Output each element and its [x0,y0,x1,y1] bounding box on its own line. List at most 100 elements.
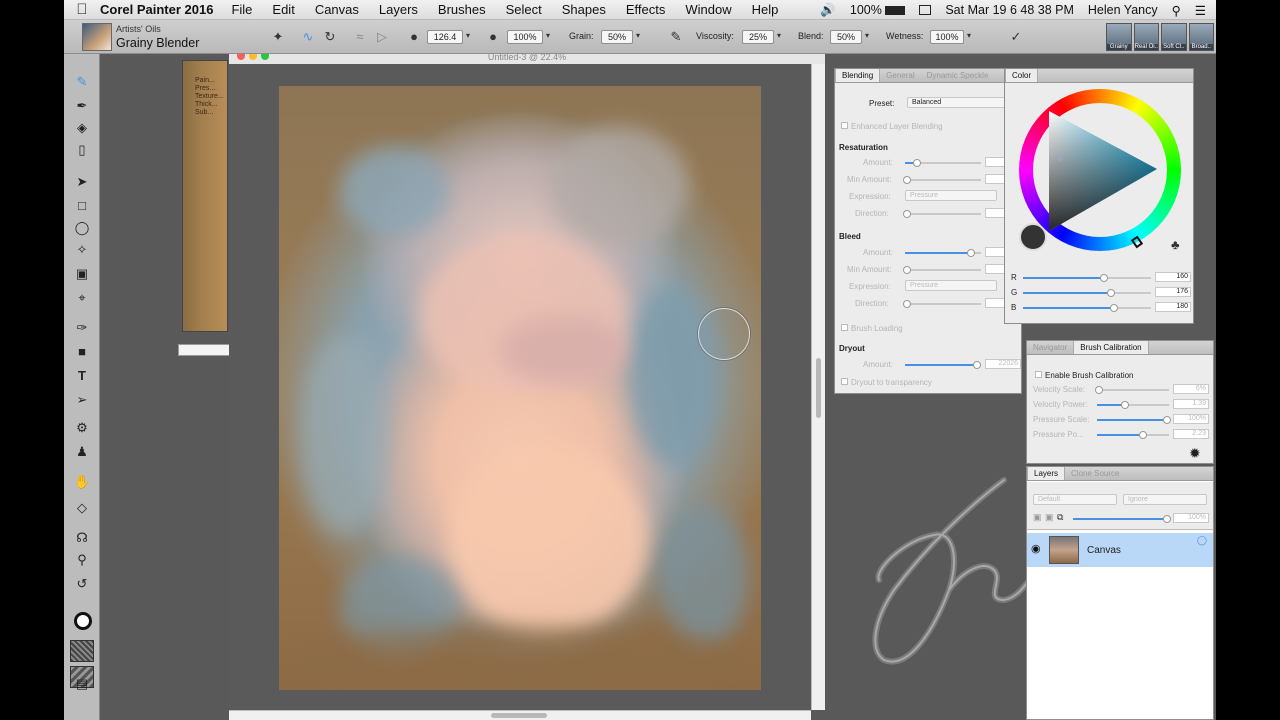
size-field[interactable]: 126.4 [427,30,463,44]
horizontal-scrollbar-thumb[interactable] [491,713,547,718]
spotlight-search-icon[interactable]: ⚲ [1172,3,1181,18]
menu-shapes[interactable]: Shapes [562,2,606,17]
volume-icon[interactable]: 🔊 [820,3,836,18]
lasso-tool-icon[interactable]: ◯ [74,220,90,236]
bleed-expression-dropdown[interactable]: Pressure [905,280,997,291]
menu-layers[interactable]: Layers [379,2,418,17]
transform-tool-icon[interactable]: ▣ [74,266,90,282]
saturation-value-triangle[interactable]: ✦ [1041,107,1161,233]
text-tool-icon[interactable]: T [74,368,90,384]
vertical-scrollbar[interactable] [811,64,825,710]
freehand-stroke-icon[interactable]: ∿ [300,29,316,45]
tab-dynamic-speckle[interactable]: Dynamic Speckle [921,69,995,82]
lock-layer-icon[interactable]: ▣ [1033,512,1042,523]
preset-dropdown[interactable]: Balanced [907,97,1017,108]
eraser-tool-icon[interactable]: ▯ [74,142,90,158]
grabber-tool-icon[interactable]: ☊ [74,530,90,546]
magic-wand-tool-icon[interactable]: ✧ [74,242,90,258]
battery-status[interactable]: 100% [850,3,906,17]
background-document-scrollbar[interactable] [178,344,230,356]
pressure-scale-field[interactable]: 100% [1173,414,1209,424]
app-name-menu[interactable]: Corel Painter 2016 [100,2,213,17]
red-slider[interactable] [1023,274,1151,282]
pen-tool-icon[interactable]: ✑ [74,320,90,336]
reset-tool-icon[interactable]: ✦ [270,29,286,45]
blue-field[interactable]: 180 [1155,302,1191,312]
blue-slider[interactable] [1023,304,1151,312]
brush-variant-label[interactable]: Grainy Blender [116,36,199,50]
pick-up-underlying-icon[interactable]: ⧉ [1057,512,1063,523]
rotate-page-tool-icon[interactable]: ↺ [74,576,90,592]
enable-calibration-checkbox[interactable] [1035,371,1042,378]
background-document[interactable]: Pain... Pres... Texture... Thick... Sub.… [182,60,228,332]
composite-depth-dropdown[interactable]: Ignore [1123,494,1207,505]
dab-preview-icon[interactable]: ▷ [374,29,390,45]
velocity-power-slider[interactable] [1097,401,1169,409]
dryout-amount-slider[interactable] [905,361,981,369]
menu-effects[interactable]: Effects [626,2,666,17]
resat-direction-slider[interactable] [903,210,981,218]
pressure-power-slider[interactable] [1097,431,1169,439]
shape-selection-tool-icon[interactable]: ➢ [74,392,90,408]
menu-canvas[interactable]: Canvas [315,2,359,17]
recent-brush-2[interactable]: Real Oi.. [1133,23,1159,51]
menu-file[interactable]: File [231,2,252,17]
layer-link-icon[interactable]: ◯ [1197,535,1207,546]
tab-layers[interactable]: Layers [1027,467,1066,480]
dryout-amount-field[interactable]: 22026 [985,359,1021,369]
opacity-field[interactable]: 100% [507,30,543,44]
apple-icon[interactable]:  [64,1,100,18]
main-color-swatch[interactable] [74,612,92,630]
visibility-eye-icon[interactable]: ◉ [1031,542,1041,555]
rubber-stamp-tool-icon[interactable]: ♟ [74,444,90,460]
blend-field[interactable]: 50% [830,30,862,44]
menu-help[interactable]: Help [752,2,779,17]
velocity-scale-slider[interactable] [1095,386,1169,394]
grain-caret-icon[interactable]: ▾ [636,31,640,40]
wetness-caret-icon[interactable]: ▾ [967,31,971,40]
mirror-painting-tool-icon[interactable]: ✋ [74,474,90,490]
wetness-field[interactable]: 100% [930,30,964,44]
media-selector-icon[interactable]: ▤ [74,676,90,692]
preserve-transparency-icon[interactable]: ▣ [1045,512,1054,523]
recent-brush-4[interactable]: Broad.. [1188,23,1214,51]
stroke-attributes-icon[interactable]: ≈ [352,29,368,45]
velocity-power-field[interactable]: 1.39 [1173,399,1209,409]
calibration-brush-icon[interactable]: ✹ [1189,445,1201,462]
bleed-direction-slider[interactable] [903,300,981,308]
grain-field[interactable]: 50% [601,30,633,44]
color-wheel[interactable]: ✦ [1019,89,1181,251]
dryout-transparency-checkbox[interactable] [841,378,848,385]
tilt-icon[interactable]: ✓ [1008,29,1024,45]
current-color-sample[interactable] [1019,223,1047,251]
layer-row-canvas[interactable]: ◉ Canvas ◯ [1027,533,1213,567]
composite-method-dropdown[interactable]: Default [1033,494,1117,505]
layer-opacity-slider[interactable] [1073,515,1171,523]
tab-navigator[interactable]: Navigator [1027,341,1073,354]
brush-tool-icon[interactable]: ✎ [74,74,90,90]
menu-select[interactable]: Select [506,2,542,17]
tab-brush-calibration[interactable]: Brush Calibration [1073,341,1149,354]
pressure-scale-slider[interactable] [1097,416,1171,424]
user-menu[interactable]: Helen Yancy [1088,3,1158,17]
crop-tool-icon[interactable]: ⌖ [74,290,90,306]
recent-brush-3[interactable]: Soft Cl.. [1161,23,1187,51]
rectangular-selection-tool-icon[interactable]: □ [74,198,90,214]
dodge-tool-icon[interactable]: ◇ [74,500,90,516]
pressure-power-field[interactable]: 2.23 [1173,429,1209,439]
viscosity-field[interactable]: 25% [742,30,774,44]
document-title[interactable]: Untitled-3 @ 22.4% [229,54,825,64]
canvas-area[interactable] [229,64,811,710]
vertical-scrollbar-thumb[interactable] [816,358,821,418]
rectangle-shape-tool-icon[interactable]: ■ [74,344,90,360]
painting-canvas[interactable] [279,86,761,690]
bleed-amount-slider[interactable] [905,249,981,257]
tab-blending[interactable]: Blending [835,69,881,82]
red-field[interactable]: 160 [1155,272,1191,282]
bleed-min-amount-slider[interactable] [903,266,981,274]
enhanced-blending-checkbox[interactable] [841,122,848,129]
resat-amount-slider[interactable] [905,159,981,167]
straight-line-stroke-icon[interactable]: ↻ [322,29,338,45]
menu-brushes[interactable]: Brushes [438,2,486,17]
opacity-caret-icon[interactable]: ▾ [546,31,550,40]
